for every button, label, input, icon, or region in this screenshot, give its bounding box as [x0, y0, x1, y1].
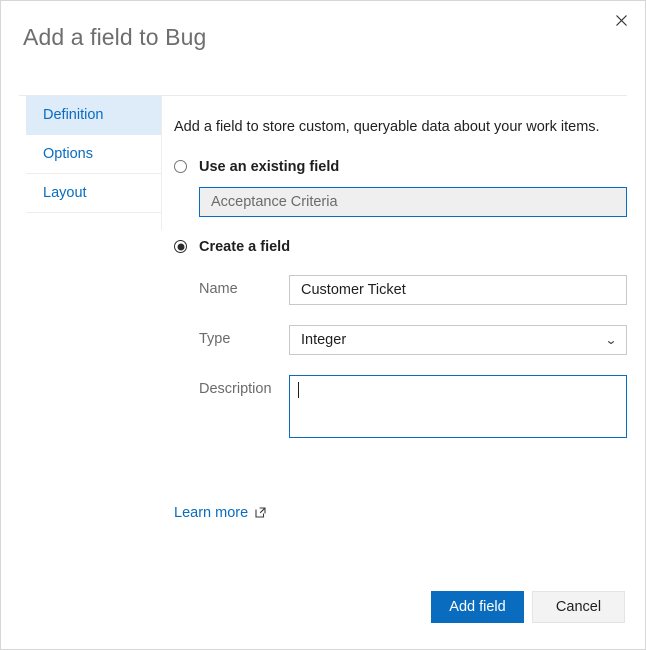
type-row: Type Integer ⌄	[199, 324, 627, 355]
external-link-icon[interactable]	[255, 507, 266, 518]
radio-create-a-field-mark[interactable]	[174, 240, 187, 254]
type-select-value: Integer	[301, 331, 347, 348]
text-caret	[298, 381, 299, 398]
tab-layout[interactable]: Layout	[26, 174, 161, 213]
radio-create-a-field[interactable]: Create a field	[174, 239, 627, 255]
tab-options[interactable]: Options	[26, 135, 161, 174]
name-label: Name	[199, 280, 238, 297]
learn-more-link[interactable]: Learn more	[174, 505, 248, 521]
type-label: Type	[199, 330, 231, 347]
name-input-value: Customer Ticket	[301, 281, 406, 298]
learn-more-row: Learn more	[174, 505, 627, 521]
add-field-button[interactable]: Add field	[431, 591, 524, 623]
description-label: Description	[199, 380, 272, 397]
existing-field-select[interactable]: Acceptance Criteria	[199, 186, 627, 217]
close-glyph	[615, 14, 627, 26]
radio-use-existing-field-mark[interactable]	[174, 160, 187, 174]
tab-rail: Definition Options Layout	[26, 96, 161, 213]
tab-definition[interactable]: Definition	[26, 96, 161, 135]
cancel-button[interactable]: Cancel	[532, 591, 625, 623]
description-row: Description	[199, 374, 627, 438]
radio-use-existing-field-label[interactable]: Use an existing field	[199, 159, 339, 175]
name-input[interactable]: Customer Ticket	[289, 274, 627, 305]
description-textarea[interactable]	[289, 374, 627, 438]
tab-options-label: Options	[43, 146, 93, 162]
type-select[interactable]: Integer ⌄	[289, 324, 627, 355]
tab-definition-label: Definition	[43, 107, 104, 123]
existing-field-select-value: Acceptance Criteria	[211, 193, 338, 210]
external-link-glyph	[255, 507, 266, 518]
dialog-body: Definition Options Layout Add a field to…	[19, 95, 645, 649]
radio-create-a-field-label[interactable]: Create a field	[199, 239, 290, 255]
panel-description: Add a field to store custom, queryable d…	[174, 119, 600, 135]
radio-use-existing-field[interactable]: Use an existing field	[174, 159, 627, 175]
close-icon[interactable]	[605, 5, 637, 35]
name-row: Name Customer Ticket	[199, 274, 627, 305]
definition-panel: Add a field to store custom, queryable d…	[174, 95, 627, 521]
add-field-dialog: Add a field to Bug Definition Options La…	[0, 0, 646, 650]
page-title: Add a field to Bug	[23, 24, 207, 50]
tab-layout-label: Layout	[43, 185, 87, 201]
dialog-footer: Add field Cancel	[431, 591, 625, 623]
chevron-down-icon: ⌄	[604, 332, 618, 347]
tab-rail-divider	[161, 96, 162, 230]
